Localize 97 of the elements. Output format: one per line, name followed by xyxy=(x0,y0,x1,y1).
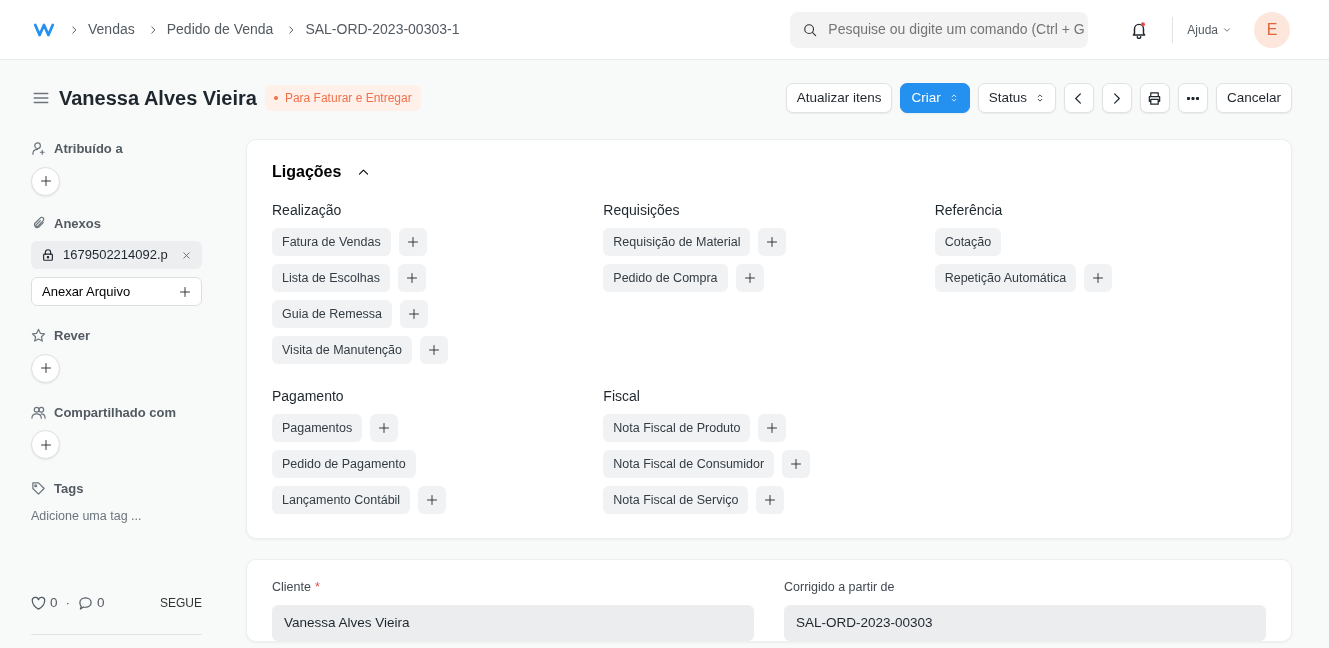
input-field[interactable]: Vanessa Alves Vieira xyxy=(272,604,754,641)
paperclip-icon xyxy=(31,215,46,231)
help-dropdown[interactable]: Ajuda xyxy=(1181,19,1238,40)
group-title: Fiscal xyxy=(603,387,641,406)
search-icon xyxy=(803,22,818,37)
tag-icon xyxy=(31,481,46,497)
user-add-icon xyxy=(31,141,46,157)
add-button[interactable] xyxy=(398,228,427,256)
field-label: Cliente xyxy=(272,579,311,596)
link-chip[interactable]: Pedido de Compra xyxy=(603,264,728,292)
plus-icon xyxy=(1092,272,1105,284)
breadcrumb-link[interactable]: Vendas xyxy=(88,19,135,40)
link-chip[interactable]: Nota Fiscal de Serviço xyxy=(603,486,749,514)
link-chip[interactable]: Guia de Remessa xyxy=(272,300,393,328)
plus-icon xyxy=(743,272,756,284)
follow-link[interactable]: SEGUE xyxy=(160,594,202,613)
link-chip[interactable]: Cotação xyxy=(934,228,1002,256)
previous-button[interactable] xyxy=(1063,83,1094,113)
section-label: Rever xyxy=(54,327,91,345)
plus-icon xyxy=(39,438,52,451)
link-chip[interactable]: Nota Fiscal de Produto xyxy=(603,414,751,442)
plus-icon xyxy=(39,175,52,187)
add-button[interactable] xyxy=(735,264,764,292)
plus-icon xyxy=(428,344,440,356)
input-field[interactable]: SAL-ORD-2023-00303 xyxy=(784,604,1266,641)
link-chip[interactable]: Nota Fiscal de Consumidor xyxy=(603,450,775,478)
plus-icon xyxy=(408,308,421,320)
chevron-right-icon xyxy=(69,24,79,35)
plus-icon xyxy=(426,494,439,506)
link-chip[interactable]: Lista de Escolhas xyxy=(272,264,390,292)
plus-icon xyxy=(378,422,391,434)
add-button[interactable] xyxy=(31,353,60,383)
section-label: Atribuído a xyxy=(54,140,123,158)
add-button[interactable] xyxy=(370,414,399,442)
plus-icon xyxy=(406,236,419,248)
add-button[interactable] xyxy=(400,300,429,328)
link-chip[interactable]: Requisição de Material xyxy=(603,228,751,256)
action-button[interactable]: Atualizar itens xyxy=(785,83,893,113)
add-button[interactable] xyxy=(420,336,448,364)
page-title: Vanessa Alves Vieira xyxy=(59,86,257,111)
add-button[interactable] xyxy=(1084,264,1113,292)
plus-icon xyxy=(766,422,779,434)
heart-icon[interactable] xyxy=(31,595,46,611)
link-chip[interactable]: Fatura de Vendas xyxy=(272,228,391,256)
search-field[interactable]: Pesquise ou digite um comando (Ctrl + G xyxy=(790,11,1089,48)
link-chip[interactable]: Lançamento Contábil xyxy=(272,486,411,514)
group-title: Realização xyxy=(272,201,343,220)
attach-file-button[interactable]: Anexar Arquivo xyxy=(31,277,202,306)
add-button[interactable] xyxy=(756,486,785,514)
plus-icon xyxy=(766,236,779,248)
field-label: Corrigido a partir de xyxy=(784,579,895,596)
link-chip[interactable]: Visita de Manutenção xyxy=(272,336,412,364)
print-icon xyxy=(1147,90,1163,106)
link-chip[interactable]: Repetição Automática xyxy=(934,264,1077,292)
close-icon[interactable] xyxy=(181,249,192,261)
link-chip[interactable]: Pagamentos xyxy=(272,414,363,442)
group-title: Requisições xyxy=(603,201,681,220)
like-count: 0 xyxy=(50,594,58,613)
more-button[interactable] xyxy=(1177,83,1208,113)
dropdown-button[interactable]: Status xyxy=(977,83,1056,113)
users-icon xyxy=(31,404,46,420)
print-button[interactable] xyxy=(1139,83,1170,113)
add-tag-link[interactable]: Adicione uma tag ... xyxy=(31,506,202,526)
add-button[interactable] xyxy=(782,450,811,478)
section-toggle[interactable]: Ligações xyxy=(272,160,371,184)
section-label: Compartilhado com xyxy=(54,403,177,422)
lock-icon xyxy=(41,248,55,262)
breadcrumb-link[interactable]: Pedido de Venda xyxy=(166,19,274,40)
link-chip[interactable]: Pedido de Pagamento xyxy=(272,450,416,478)
status-badge: Para Faturar e Entregar xyxy=(264,85,421,111)
plus-icon xyxy=(179,285,191,298)
required-mark: * xyxy=(314,579,320,596)
plus-icon xyxy=(406,272,418,284)
add-button[interactable] xyxy=(398,264,426,292)
group-title: Referência xyxy=(934,201,1004,220)
star-icon xyxy=(31,328,46,344)
plus-icon xyxy=(39,362,52,374)
more-icon xyxy=(1186,96,1199,100)
comment-icon[interactable] xyxy=(78,595,93,611)
plus-icon xyxy=(764,494,777,506)
attachment-chip[interactable]: 1679502214092.p xyxy=(31,241,202,269)
add-button[interactable] xyxy=(31,166,60,196)
add-button[interactable] xyxy=(758,228,787,256)
action-button[interactable]: Cancelar xyxy=(1215,83,1292,113)
group-title: Pagamento xyxy=(272,387,345,406)
comment-count: 0 xyxy=(97,594,105,613)
next-button[interactable] xyxy=(1101,83,1132,113)
status-dot-icon xyxy=(273,96,278,100)
add-button[interactable] xyxy=(418,486,447,514)
attachment-name[interactable]: 1679502214092.p xyxy=(63,245,173,265)
breadcrumb-link[interactable]: SAL-ORD-2023-00303-1 xyxy=(305,19,460,40)
add-button[interactable] xyxy=(31,430,60,459)
add-button[interactable] xyxy=(758,414,787,442)
section-label: Anexos xyxy=(54,214,101,233)
section-label: Tags xyxy=(54,480,84,498)
plus-icon xyxy=(790,458,803,470)
separator-dot: · xyxy=(65,594,70,613)
